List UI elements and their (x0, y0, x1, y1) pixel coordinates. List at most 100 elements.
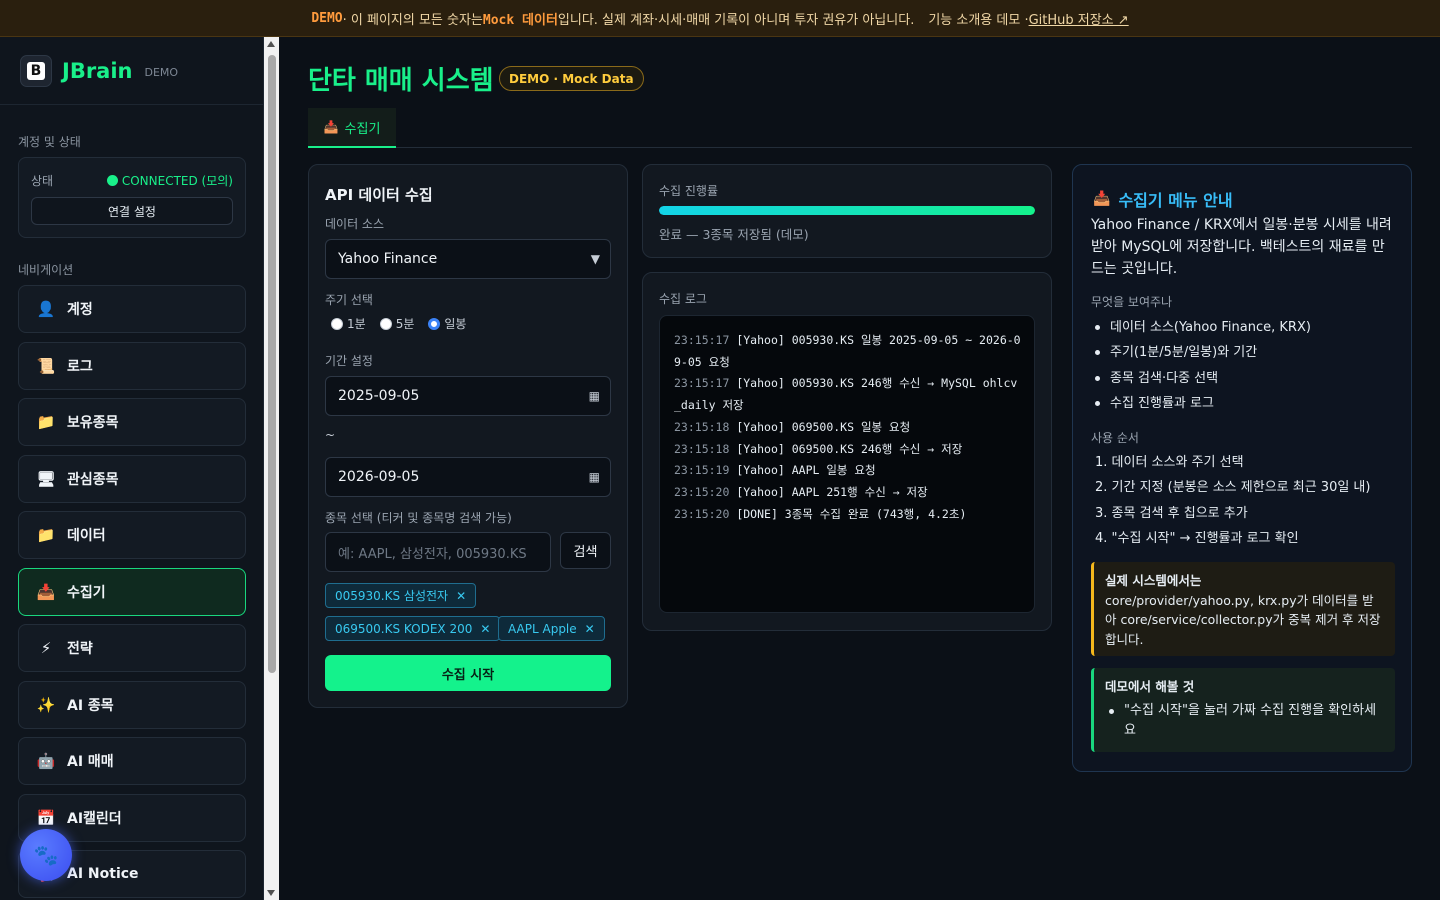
inbox-icon: 📥 (36, 582, 56, 601)
radio-icon[interactable] (331, 317, 343, 330)
interval-radio-group: 1분 5분 일봉 (331, 315, 480, 332)
brand-tag: DEMO (144, 66, 179, 79)
log-line: 23:15:18 [Yahoo] 069500.KS 일봉 요청 (674, 417, 1022, 439)
demo-try-title: 데모에서 해볼 것 (1105, 679, 1195, 694)
sidebar-item-label: 로그 (67, 358, 93, 375)
search-button[interactable]: 검색 (560, 532, 611, 569)
sidebar-item-log[interactable]: 📜 로그 (18, 341, 246, 390)
radio-icon[interactable] (379, 317, 392, 330)
sidebar-item-collector[interactable]: 📥 수집기 (18, 567, 246, 616)
calendar-icon: 📅 (36, 808, 56, 827)
connection-settings-button[interactable]: 연결 설정 (31, 197, 233, 225)
source-select[interactable]: Yahoo Finance ▼ (325, 239, 611, 279)
banner-mock-label: Mock 데이터 (482, 12, 558, 28)
ticker-chip: AAPL Apple ✕ (498, 616, 605, 641)
real-system-text: core/provider/yahoo.py, krx.py가 데이터를 받아 … (1105, 592, 1381, 647)
scroll-up-icon[interactable] (267, 41, 275, 47)
user-icon: 👤 (36, 300, 56, 318)
sidebar: B JBrain DEMO 계정 및 상태 상태 CONNECTED (모의) … (0, 37, 264, 900)
period-label: 기간 설정 (325, 354, 373, 368)
log-message: [Yahoo] 069500.KS 246행 수신 → 저장 (736, 441, 963, 456)
sidebar-item-holdings[interactable]: 📁 보유종목 (18, 398, 246, 446)
log-timestamp: 23:15:19 (674, 463, 730, 478)
chevron-down-icon: ▼ (590, 252, 600, 266)
end-date-input[interactable]: 2026-09-05 ▦ (325, 457, 611, 497)
guide-title: 📥 수집기 메뉴 안내 (1093, 191, 1233, 210)
collect-form-title: API 데이터 수집 (325, 186, 433, 204)
sidebar-item-ai-stocks[interactable]: ✨ AI 종목 (18, 680, 246, 729)
log-output[interactable]: 23:15:17 [Yahoo] 005930.KS 일봉 2025-09-05… (659, 315, 1035, 613)
sidebar-item-label: 관심종목 (67, 471, 119, 488)
sidebar-item-account[interactable]: 👤 계정 (18, 285, 246, 333)
radio-checked-icon[interactable] (428, 317, 441, 330)
guide-shows-label: 무엇을 보여주나 (1091, 295, 1173, 309)
calendar-icon[interactable]: ▦ (589, 470, 600, 484)
log-timestamp: 23:15:18 (674, 419, 730, 434)
brand[interactable]: B JBrain DEMO (0, 37, 263, 105)
sidebar-item-label: AI Notice (67, 866, 139, 882)
interval-option-5m[interactable]: 5분 (379, 315, 414, 332)
list-item: 3. 종목 검색 후 칩으로 추가 (1095, 505, 1248, 521)
log-timestamp: 23:15:17 (674, 333, 730, 347)
banner-text-c: 기능 소개용 데모 · (928, 12, 1029, 28)
log-line: 23:15:19 [Yahoo] AAPL 일봉 요청 (674, 460, 1022, 482)
scroll-icon: 📜 (36, 356, 56, 375)
log-message: [Yahoo] 069500.KS 일봉 요청 (736, 419, 911, 434)
sidebar-item-strategy[interactable]: ⚡ 전략 (18, 624, 246, 672)
tab-bar: 📥 수집기 (308, 108, 1412, 148)
start-date-input[interactable]: 2025-09-05 ▦ (325, 376, 611, 416)
sidebar-item-label: 계정 (67, 302, 93, 318)
sidebar-scrollbar[interactable] (264, 37, 279, 900)
tab-collector[interactable]: 📥 수집기 (308, 108, 396, 148)
demo-banner: DEMO · 이 페이지의 모든 숫자는 Mock 데이터 입니다. 실제 계좌… (0, 0, 1440, 37)
folder-icon: 📁 (36, 413, 56, 431)
brand-logo: B (20, 54, 52, 87)
progress-fill (659, 206, 1035, 215)
guide-panel: 📥 수집기 메뉴 안내 Yahoo Finance / KRX에서 일봉·분봉 … (1072, 164, 1412, 772)
sidebar-item-ai-trading[interactable]: 🤖 AI 매매 (18, 737, 246, 785)
log-label: 수집 로그 (659, 292, 707, 306)
ticker-chip: 069500.KS KODEX 200 ✕ (325, 616, 501, 641)
progress-status: 완료 — 3종목 저장됨 (데모) (659, 227, 809, 242)
ticker-search-input[interactable]: 예: AAPL, 삼성전자, 005930.KS (325, 532, 551, 572)
demo-badge: DEMO · Mock Data (499, 66, 644, 91)
sidebar-item-label: 데이터 (67, 528, 106, 544)
log-panel: 수집 로그 23:15:17 [Yahoo] 005930.KS 일봉 2025… (642, 272, 1052, 631)
list-item: 1. 데이터 소스와 주기 선택 (1095, 455, 1244, 470)
collect-form-panel: API 데이터 수집 데이터 소스 Yahoo Finance ▼ 주기 선택 … (308, 164, 628, 708)
nav-section-label: 네비게이션 (18, 263, 74, 277)
demo-try-note: 데모에서 해볼 것 "수집 시작"을 눌러 가짜 수집 진행을 확인하세요 (1091, 668, 1395, 752)
folder-icon: 📁 (36, 526, 56, 544)
log-timestamp: 23:15:20 (674, 506, 730, 521)
scroll-down-icon[interactable] (267, 890, 275, 896)
guide-steps-list: 1. 데이터 소스와 주기 선택 2. 기간 지정 (분봉은 소스 제한으로 최… (1091, 450, 1395, 551)
calendar-icon[interactable]: ▦ (589, 389, 600, 403)
brand-name: JBrain (62, 58, 133, 83)
real-system-note: 실제 시스템에서는 core/provider/yahoo.py, krx.py… (1091, 562, 1395, 656)
tab-label: 수집기 (344, 121, 381, 137)
inbox-icon: 📥 (323, 120, 339, 134)
paw-icon: 🐾 (33, 843, 59, 867)
status-card: 상태 CONNECTED (모의) 연결 설정 (18, 157, 246, 238)
ticker-label: 종목 선택 (티커 및 종목명 검색 가능) (325, 511, 512, 525)
account-section-label: 계정 및 상태 (18, 135, 81, 149)
interval-option-daily[interactable]: 일봉 (428, 315, 466, 332)
log-line: 23:15:17 [Yahoo] 005930.KS 246행 수신 → MyS… (674, 373, 1022, 416)
remove-chip-icon[interactable]: ✕ (456, 589, 466, 603)
scroll-thumb[interactable] (268, 55, 276, 673)
sidebar-item-watchlist[interactable]: 🖥 관심종목 (18, 454, 246, 503)
log-line: 23:15:18 [Yahoo] 069500.KS 246행 수신 → 저장 (674, 439, 1022, 461)
list-item: "수집 시작"을 눌러 가짜 수집 진행을 확인하세요 (1105, 701, 1385, 741)
github-link[interactable]: GitHub 저장소 ↗ (1029, 9, 1129, 28)
assistant-fab-button[interactable]: 🐾 (20, 829, 72, 881)
start-collect-button[interactable]: 수집 시작 (325, 655, 611, 691)
bolt-icon: ⚡ (40, 639, 52, 657)
guide-description: Yahoo Finance / KRX에서 일봉·분봉 시세를 내려받아 MyS… (1091, 217, 1392, 277)
interval-option-1m[interactable]: 1분 (331, 315, 366, 332)
progress-label: 수집 진행률 (659, 184, 719, 198)
sidebar-item-data[interactable]: 📁 데이터 (18, 511, 246, 559)
page-title: 단타 매매 시스템 (308, 66, 494, 96)
date-range-separator: ~ (325, 428, 336, 442)
remove-chip-icon[interactable]: ✕ (585, 622, 595, 636)
remove-chip-icon[interactable]: ✕ (480, 622, 490, 636)
